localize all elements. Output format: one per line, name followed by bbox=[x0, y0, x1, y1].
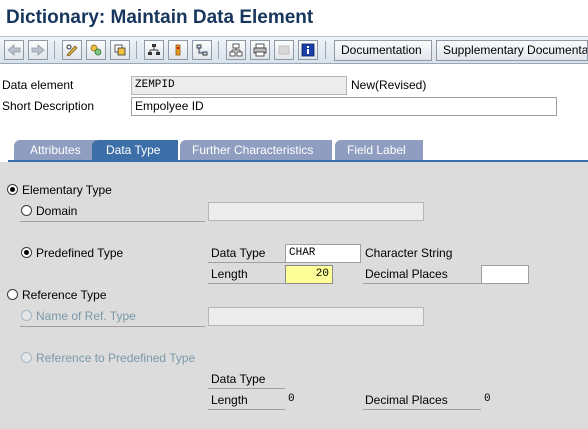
short-description-label: Short Description bbox=[2, 99, 95, 113]
decimal-places-label: Decimal Places bbox=[365, 267, 448, 281]
printer-icon bbox=[253, 43, 267, 57]
domain-field[interactable] bbox=[208, 202, 424, 221]
tab-label: Field Label bbox=[347, 143, 406, 157]
data-type-label: Data Type bbox=[211, 246, 266, 260]
domain-radio[interactable] bbox=[21, 205, 32, 216]
toolbar-separator bbox=[136, 41, 137, 59]
tab-further-characteristics[interactable]: Further Characteristics bbox=[180, 140, 332, 161]
data-type-underline bbox=[208, 262, 285, 263]
radio-dot bbox=[24, 250, 29, 255]
ref-data-type-label: Data Type bbox=[211, 372, 266, 386]
name-of-ref-type-field[interactable] bbox=[208, 307, 424, 326]
ref-decimal-places-label: Decimal Places bbox=[365, 393, 448, 407]
decimal-places-underline bbox=[363, 283, 481, 284]
arrow-left-icon bbox=[7, 44, 21, 56]
reference-type-label: Reference Type bbox=[22, 288, 107, 302]
where-used-icon bbox=[196, 44, 208, 56]
tree-structure-icon bbox=[229, 43, 243, 57]
toolbar-separator bbox=[218, 41, 219, 59]
toolbar-separator bbox=[54, 41, 55, 59]
supplementary-documentation-button[interactable]: Supplementary Documentati bbox=[436, 40, 588, 61]
tab-label: Attributes bbox=[30, 143, 81, 157]
forward-button[interactable] bbox=[28, 40, 48, 60]
name-of-ref-type-underline bbox=[20, 326, 205, 327]
data-element-field[interactable]: ZEMPID bbox=[131, 76, 347, 95]
ref-length-underline bbox=[208, 409, 285, 410]
toolbar-separator bbox=[325, 41, 326, 59]
domain-label: Domain bbox=[36, 204, 78, 218]
hierarchy-icon bbox=[148, 44, 160, 55]
blank-icon bbox=[278, 45, 290, 55]
activate-icon bbox=[175, 44, 181, 56]
ref-decimal-places-value: 0 bbox=[484, 393, 491, 405]
elementary-type-label: Elementary Type bbox=[22, 183, 112, 197]
where-used-button[interactable] bbox=[192, 40, 212, 60]
ref-length-value: 0 bbox=[288, 393, 295, 405]
tab-label: Further Characteristics bbox=[192, 143, 314, 157]
reference-type-radio[interactable] bbox=[7, 289, 18, 300]
documentation-button[interactable]: Documentation bbox=[334, 40, 432, 61]
activate-button[interactable] bbox=[168, 40, 188, 60]
info-button[interactable] bbox=[298, 40, 318, 60]
length-label: Length bbox=[211, 267, 248, 281]
tab-strip: Attributes Data Type Further Characteris… bbox=[0, 140, 588, 162]
application-toolbar: Documentation Supplementary Documentati bbox=[0, 36, 588, 64]
ref-length-label: Length bbox=[211, 393, 248, 407]
elementary-type-radio[interactable] bbox=[7, 184, 18, 195]
name-of-ref-type-radio[interactable] bbox=[21, 310, 32, 321]
tab-label: Data Type bbox=[106, 143, 161, 157]
data-type-description: Character String bbox=[365, 246, 453, 260]
tab-data-type[interactable]: Data Type bbox=[92, 140, 178, 161]
object-icon bbox=[90, 44, 102, 56]
predefined-type-radio[interactable] bbox=[21, 247, 32, 258]
ref-data-type-underline bbox=[208, 388, 285, 389]
name-of-ref-type-label: Name of Ref. Type bbox=[36, 309, 136, 323]
ref-to-predefined-label: Reference to Predefined Type bbox=[36, 351, 196, 365]
hierarchy-button[interactable] bbox=[144, 40, 164, 60]
navigation-button[interactable] bbox=[226, 40, 246, 60]
domain-underline bbox=[20, 221, 205, 222]
predefined-type-label: Predefined Type bbox=[36, 246, 124, 260]
check-button[interactable] bbox=[110, 40, 130, 60]
data-type-field[interactable]: CHAR bbox=[285, 244, 361, 263]
disabled-button[interactable] bbox=[274, 40, 294, 60]
check-objects-icon bbox=[114, 44, 126, 56]
ref-to-predefined-radio[interactable] bbox=[21, 352, 32, 363]
back-button[interactable] bbox=[4, 40, 24, 60]
display-change-button[interactable] bbox=[62, 40, 82, 60]
tab-attributes[interactable]: Attributes bbox=[14, 140, 96, 161]
radio-dot bbox=[10, 187, 15, 192]
info-icon bbox=[301, 43, 315, 57]
print-button[interactable] bbox=[250, 40, 270, 60]
page-title: Dictionary: Maintain Data Element bbox=[6, 7, 314, 28]
pencil-glasses-icon bbox=[66, 44, 78, 57]
tab-field-label[interactable]: Field Label bbox=[335, 140, 423, 161]
data-element-label: Data element bbox=[2, 78, 74, 92]
length-field[interactable]: 20 bbox=[285, 265, 333, 284]
length-underline bbox=[208, 283, 285, 284]
status-text: New(Revised) bbox=[351, 78, 427, 92]
title-bar: Dictionary: Maintain Data Element bbox=[0, 0, 588, 36]
other-object-button[interactable] bbox=[86, 40, 106, 60]
short-description-field[interactable]: Empolyee ID bbox=[131, 97, 557, 116]
ref-decimal-places-underline bbox=[363, 409, 481, 410]
arrow-right-icon bbox=[31, 44, 45, 56]
decimal-places-field[interactable] bbox=[481, 265, 529, 284]
